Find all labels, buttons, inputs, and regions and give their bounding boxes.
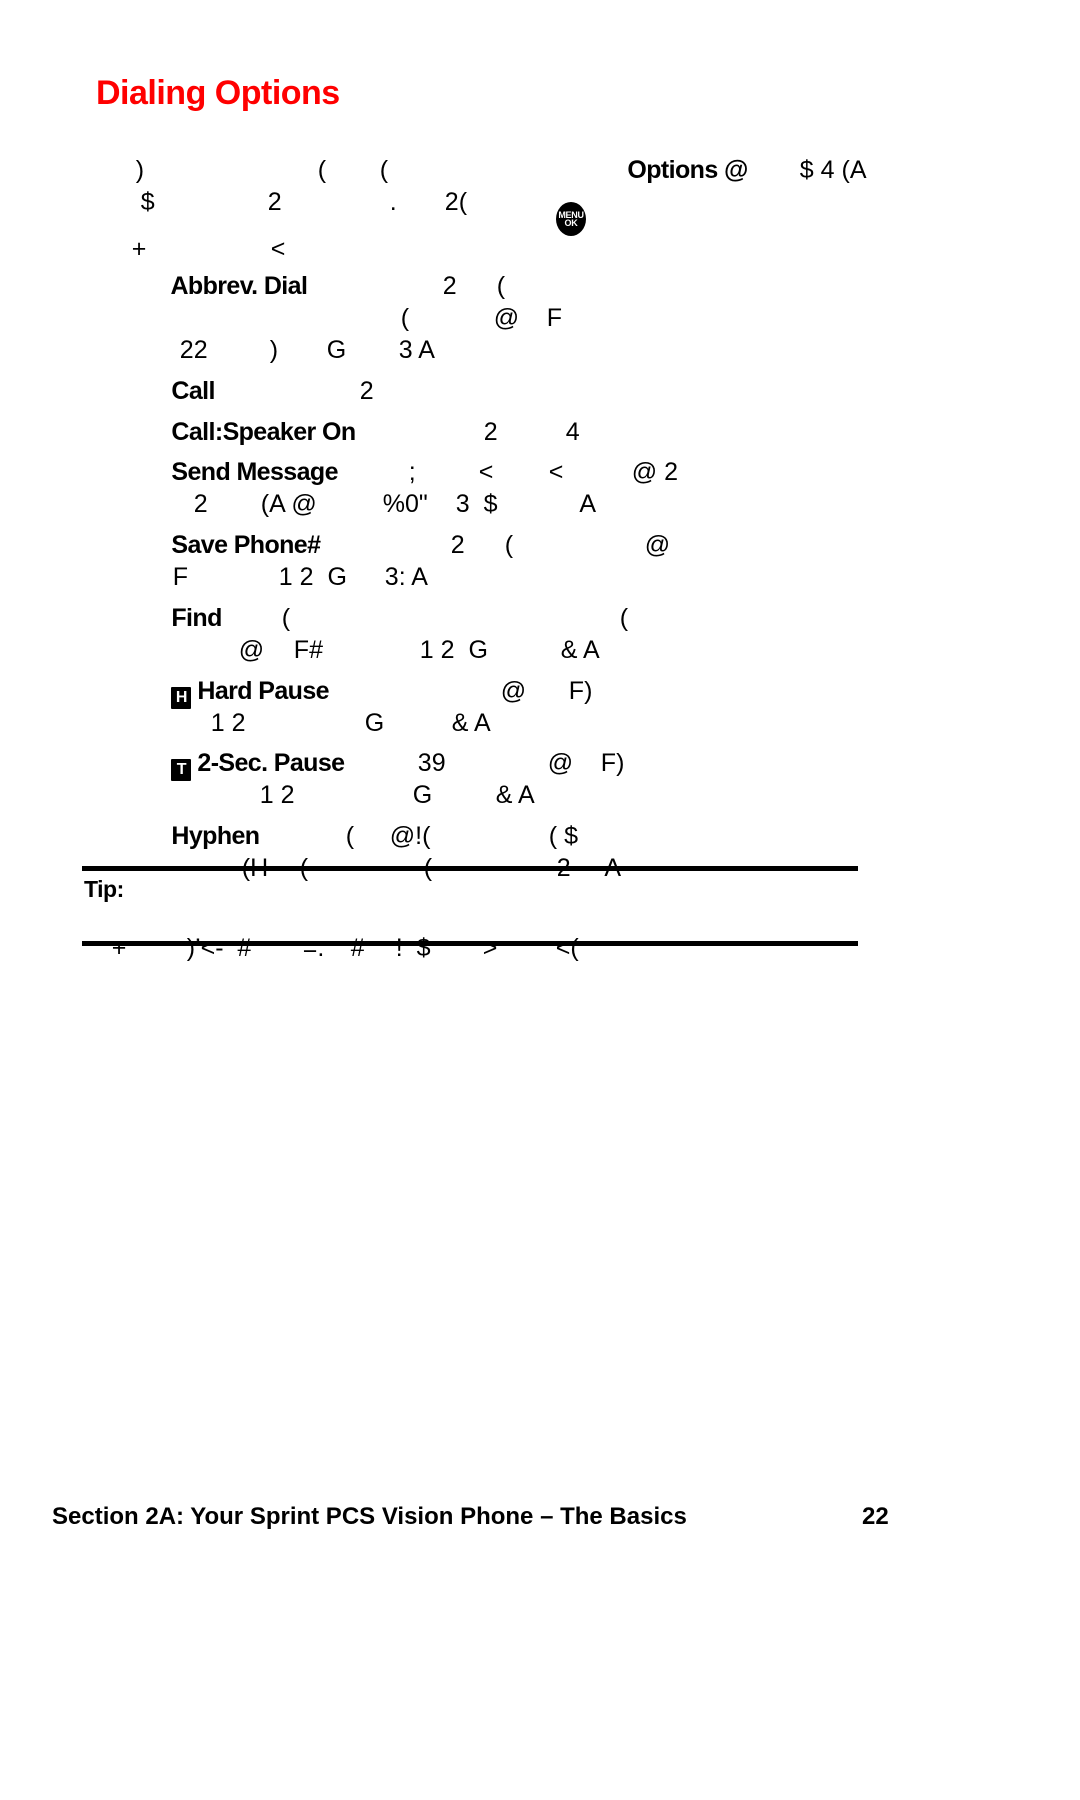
intro-line-2-seg-3: . bbox=[389, 188, 397, 216]
option-cont-seg: A bbox=[579, 490, 597, 518]
menu-ok-icon: MENU OK bbox=[556, 202, 586, 236]
tip-body-seg: )’<- # bbox=[186, 934, 252, 962]
option-cont-seg: @ bbox=[493, 304, 520, 332]
option-desc-seg: @ bbox=[500, 677, 527, 705]
intro-line-2d: 2( bbox=[417, 159, 467, 246]
tip-body-a: + bbox=[84, 905, 127, 992]
option-abbrev-dial-cont2-b: ) bbox=[242, 307, 278, 394]
option-desc-seg: 2 bbox=[359, 377, 374, 405]
option-desc-seg: F) bbox=[600, 749, 625, 777]
option-label-text: Abbrev. Dial bbox=[170, 272, 308, 300]
intro-line-1-seg-5: $ 4 (A bbox=[799, 156, 867, 184]
intro-options-keyword: Options @ bbox=[602, 127, 748, 214]
intro-line-1-seg-2: ( bbox=[317, 156, 327, 184]
tip-body-seg: <( bbox=[555, 934, 579, 962]
page-title: Dialing Options bbox=[96, 74, 340, 112]
option-desc-seg: 4 bbox=[565, 418, 580, 446]
option-desc-seg: ( bbox=[345, 822, 355, 850]
option-cont-seg: & A bbox=[451, 709, 491, 737]
tip-body-seg: ! $ bbox=[395, 934, 431, 962]
option-cont-seg: 1 2 bbox=[259, 781, 295, 809]
intro-line-2c: . bbox=[362, 159, 397, 246]
option-cont-seg: ) bbox=[269, 336, 279, 364]
option-desc-seg: @ 2 bbox=[631, 458, 679, 486]
option-abbrev-dial-cont1-c: F bbox=[519, 275, 562, 362]
tip-divider-top bbox=[82, 866, 858, 871]
option-cont-seg: G bbox=[364, 709, 385, 737]
option-abbrev-dial-cont1-b: @ bbox=[466, 275, 519, 362]
option-desc-seg: 2 bbox=[450, 531, 465, 559]
tip-label: Tip: bbox=[84, 876, 124, 902]
two-sec-pause-key-icon: T bbox=[171, 759, 192, 781]
intro-line-1-seg-4: Options @ bbox=[627, 156, 748, 184]
option-desc-seg: 2 bbox=[442, 272, 457, 300]
tip-body-seg: > bbox=[482, 934, 498, 962]
tip-body-f: > bbox=[455, 905, 498, 992]
tip-body-e: ! $ bbox=[368, 905, 431, 992]
tip-body-g: <( bbox=[528, 905, 579, 992]
intro-line-1b: ( bbox=[290, 127, 326, 214]
option-save-phone-desc-a: 2 bbox=[423, 502, 465, 589]
footer-section-title: Section 2A: Your Sprint PCS Vision Phone… bbox=[52, 1503, 687, 1530]
intro-line-3a: + bbox=[104, 206, 147, 293]
tip-body-b: )’<- # bbox=[159, 905, 252, 992]
option-save-phone-desc-b: ( bbox=[477, 502, 513, 589]
option-abbrev-dial-cont2-d: 3 A bbox=[371, 307, 435, 394]
menu-ok-icon-label-2: OK bbox=[564, 218, 578, 228]
option-cont-seg: 3 A bbox=[398, 336, 435, 364]
option-desc-seg: ( bbox=[504, 531, 514, 559]
tip-body-seg: # bbox=[350, 934, 365, 962]
option-desc-seg: @ bbox=[644, 531, 671, 559]
tip-body-c: =. bbox=[275, 905, 325, 992]
tip-divider-bottom bbox=[82, 941, 858, 946]
option-cont-seg: 3: A bbox=[384, 563, 428, 591]
footer-page-number: 22 bbox=[862, 1503, 889, 1530]
option-desc-seg: ( bbox=[619, 604, 629, 632]
option-cont-seg: %0" bbox=[382, 490, 428, 518]
option-desc-seg: @ bbox=[547, 749, 574, 777]
tip-body-seg: + bbox=[111, 934, 127, 962]
option-send-message-cont1-e: A bbox=[553, 461, 596, 548]
intro-line-2-seg-4: 2( bbox=[444, 188, 468, 216]
tip-body-d: # bbox=[323, 905, 365, 992]
intro-line-3-seg-1: + bbox=[131, 235, 147, 263]
manual-page: Dialing Options ) ( ( Options @ $ 4 (A $… bbox=[0, 0, 1080, 1800]
option-desc-seg: F) bbox=[568, 677, 593, 705]
option-two-sec-pause-desc-c: F) bbox=[573, 720, 625, 807]
intro-line-1e: $ 4 (A bbox=[772, 127, 867, 214]
tip-body-seg: =. bbox=[302, 934, 325, 962]
option-cont-seg: F bbox=[546, 304, 563, 332]
